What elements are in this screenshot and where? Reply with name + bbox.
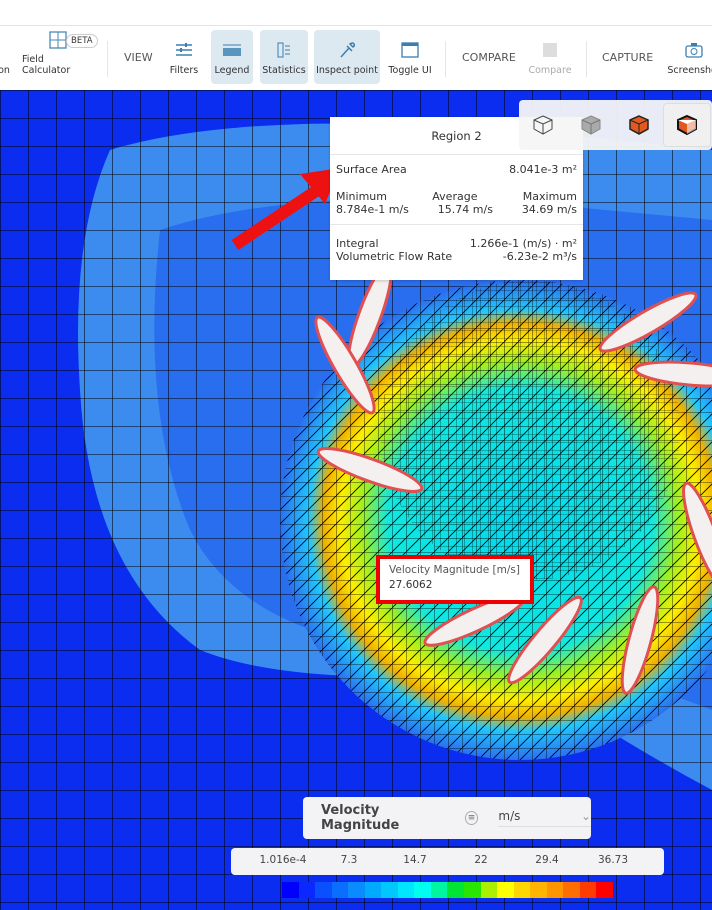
view-cube-toolbar (519, 100, 712, 150)
beta-badge: BETA (66, 34, 98, 48)
unit-select[interactable]: m/s ⌄ (498, 809, 591, 827)
chevron-down-icon: ⌄ (580, 809, 591, 823)
color-bar-segment (397, 882, 415, 898)
maximum-label: Maximum (522, 190, 577, 203)
surface-area-label: Surface Area (336, 163, 407, 176)
toolbar-partial-button[interactable]: on (0, 30, 14, 84)
wireframe-view-button[interactable] (519, 103, 567, 147)
window-top (0, 0, 712, 26)
statistics-icon (274, 40, 294, 60)
flow-rate-value: -6.23e-2 m³/s (502, 250, 577, 263)
probe-tooltip: Velocity Magnitude [m/s] 27.6062 (376, 555, 534, 604)
color-bar-segment (513, 882, 531, 898)
color-bar-segment (315, 882, 332, 898)
probe-label: Velocity Magnitude [m/s] (389, 564, 520, 576)
toolbar: on Field Calculator BETA VIEW Filters Le… (0, 27, 712, 90)
divider (445, 41, 446, 77)
color-bar-segment (414, 882, 431, 898)
toggle-ui-label: Toggle UI (388, 65, 432, 76)
color-bar (282, 882, 613, 898)
integral-value: 1.266e-1 (m/s) · m² (469, 237, 577, 250)
color-bar-segment (331, 882, 349, 898)
legend-scale: 1.016e-4 7.3 14.7 22 29.4 36.73 (231, 848, 664, 875)
legend-tick-label: 29.4 (535, 854, 559, 866)
colored-edges-cube-icon (677, 114, 697, 136)
minimum-value: 8.784e-1 m/s (336, 203, 409, 216)
maximum-value: 34.69 m/s (521, 203, 577, 216)
color-bar-segment (364, 882, 382, 898)
color-bar-segment (497, 882, 514, 898)
color-bar-segment (579, 882, 597, 898)
compare-label: Compare (528, 65, 572, 76)
surface-edges-view-button[interactable] (663, 103, 711, 147)
legend-tick-label: 7.3 (340, 854, 358, 866)
calculator-icon (48, 30, 68, 49)
legend-tick-label: 36.73 (597, 854, 629, 866)
legend-header: Velocity Magnitude ≡ m/s ⌄ (303, 797, 591, 839)
field-calculator-label: Field Calculator (22, 54, 71, 76)
legend-button[interactable]: Legend (211, 30, 253, 84)
color-bar-segment (348, 882, 365, 898)
inspect-point-label: Inspect point (316, 65, 378, 76)
filters-icon (174, 40, 194, 60)
color-bar-segment (480, 882, 498, 898)
color-bar-segment (530, 882, 547, 898)
camera-icon (684, 40, 704, 60)
screenshot-button[interactable]: Screenshot (664, 30, 712, 84)
color-bar-segment (563, 882, 580, 898)
view-section-label: VIEW (124, 51, 153, 64)
solid-view-button[interactable] (567, 103, 615, 147)
minimum-label: Minimum (336, 190, 387, 203)
eyedropper-icon (337, 40, 357, 60)
inspect-point-button[interactable]: Inspect point (314, 30, 380, 84)
color-bar-segment (596, 882, 613, 898)
legend-label: Legend (214, 65, 250, 76)
color-bar-segment (381, 882, 398, 898)
color-bar-segment (298, 882, 316, 898)
compare-section-label: COMPARE (462, 51, 516, 64)
solid-cube-icon (581, 115, 601, 135)
compare-button[interactable]: Compare (526, 30, 574, 84)
legend-tick-label: 22 (474, 854, 488, 866)
wireframe-cube-icon (533, 115, 553, 135)
surface-area-value: 8.041e-3 m² (509, 163, 577, 176)
colored-cube-icon (629, 115, 649, 135)
integral-label: Integral (336, 237, 379, 250)
partial-label: on (0, 65, 10, 76)
color-bar-segment (464, 882, 481, 898)
color-bar-segment (282, 882, 299, 898)
unit-value: m/s (498, 809, 521, 823)
toggle-ui-button[interactable]: Toggle UI (386, 30, 434, 84)
legend-field-name: Velocity Magnitude (321, 803, 400, 833)
divider (107, 41, 108, 77)
probe-value: 27.6062 (389, 579, 433, 591)
window-icon (400, 40, 420, 60)
legend-icon (222, 40, 242, 60)
divider (586, 41, 587, 77)
statistics-label: Statistics (262, 65, 306, 76)
screenshot-label: Screenshot (667, 65, 712, 76)
statistics-button[interactable]: Statistics (260, 30, 308, 84)
color-bar-segment (447, 882, 465, 898)
legend-tick-label: 14.7 (403, 854, 427, 866)
average-value: 15.74 m/s (437, 203, 493, 216)
flow-rate-label: Volumetric Flow Rate (336, 250, 453, 263)
filters-label: Filters (169, 65, 199, 76)
legend-menu-icon[interactable]: ≡ (464, 811, 479, 825)
color-bar-segment (430, 882, 448, 898)
average-label: Average (432, 190, 478, 203)
compare-icon (540, 40, 560, 60)
color-bar-segment (546, 882, 564, 898)
filters-button[interactable]: Filters (164, 30, 204, 84)
legend-tick-label: 1.016e-4 (259, 854, 307, 866)
surface-view-button[interactable] (615, 103, 663, 147)
capture-section-label: CAPTURE (602, 51, 654, 64)
